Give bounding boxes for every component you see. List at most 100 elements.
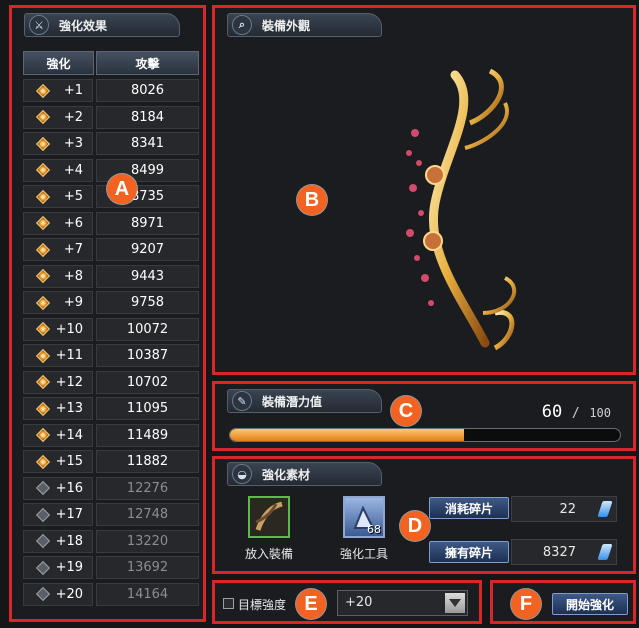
level-cell: +19 — [23, 556, 93, 579]
crystal-shard-icon — [597, 501, 613, 517]
potential-separator: / — [571, 406, 580, 421]
level-cell: +15 — [23, 450, 93, 473]
table-row: +13 11095 — [23, 397, 199, 421]
target-strength-label[interactable]: 目標強度 — [238, 596, 286, 613]
column-header-attack: 攻擊 — [96, 51, 199, 75]
level-cell: +17 — [23, 503, 93, 526]
materials-title: 強化素材 — [262, 467, 311, 482]
table-row: +10 10072 — [23, 317, 199, 342]
table-row: +15 11882 — [23, 450, 199, 474]
annotation-badge-d: D — [400, 511, 430, 541]
level-text: +13 — [55, 401, 83, 416]
appearance-header: ⌕ 裝備外觀 — [227, 13, 382, 37]
level-text: +16 — [55, 480, 83, 496]
table-row: +6 8971 — [23, 211, 199, 236]
potential-max: 100 — [589, 406, 611, 420]
attack-cell: 9758 — [96, 291, 199, 314]
attack-cell: 9443 — [96, 264, 199, 288]
attack-cell: 8184 — [96, 105, 199, 129]
level-text: +20 — [55, 586, 83, 602]
annotation-badge-e: E — [296, 589, 326, 619]
level-cell: +13 — [23, 397, 93, 420]
dropdown-arrow-icon[interactable] — [445, 593, 465, 613]
consume-shards-value: 22 — [559, 501, 576, 517]
level-cell: +3 — [23, 132, 93, 155]
potential-title: 裝備潛力值 — [262, 394, 323, 409]
target-strength-value: +20 — [345, 595, 373, 610]
table-row: +7 9207 — [23, 238, 199, 262]
pouch-icon: ◒ — [232, 464, 252, 484]
level-text: +12 — [55, 374, 83, 390]
table-row: +18 13220 — [23, 529, 199, 554]
level-cell: +2 — [23, 105, 93, 129]
table-row: +3 8341 — [23, 132, 199, 156]
level-cell: +12 — [23, 370, 93, 394]
table-row: +16 12276 — [23, 476, 199, 501]
attack-cell: 12748 — [96, 503, 199, 526]
attack-cell: 10387 — [96, 344, 199, 367]
potential-progress-track — [229, 428, 621, 442]
potential-progress-fill — [230, 429, 464, 441]
attack-cell: 11489 — [96, 423, 199, 447]
level-text: +14 — [55, 427, 83, 443]
table-row: +20 14164 — [23, 582, 199, 607]
consume-shards-label: 消耗碎片 — [429, 497, 509, 519]
table-row: +9 9758 — [23, 291, 199, 315]
annotation-badge-c: C — [391, 396, 421, 426]
table-row: +1 8026 — [23, 79, 199, 103]
level-cell: +1 — [23, 79, 93, 102]
tool-slot-label: 強化工具 — [339, 547, 388, 561]
level-cell: +10 — [23, 317, 93, 341]
level-cell: +7 — [23, 238, 93, 261]
target-strength-checkbox[interactable] — [223, 598, 234, 609]
attack-cell: 14164 — [96, 582, 199, 606]
level-text: +17 — [55, 507, 83, 522]
level-text: +8 — [63, 268, 83, 284]
level-cell: +11 — [23, 344, 93, 367]
level-cell: +16 — [23, 476, 93, 500]
column-header-level: 強化 — [23, 51, 94, 75]
potential-current: 60 — [541, 402, 563, 422]
equipment-slot[interactable] — [248, 496, 290, 538]
level-cell: +6 — [23, 211, 93, 235]
target-strength-panel: 目標強度 +20 — [212, 580, 482, 624]
attack-cell: 11095 — [96, 397, 199, 420]
consume-shards-value-box: 22 — [511, 496, 617, 522]
table-row: +11 10387 — [23, 344, 199, 368]
level-cell: +4 — [23, 158, 93, 182]
annotation-badge-f: F — [511, 589, 541, 619]
materials-header: ◒ 強化素材 — [227, 462, 382, 486]
attack-cell: 12276 — [96, 476, 199, 500]
level-cell: +20 — [23, 582, 93, 606]
level-text: +3 — [63, 136, 83, 151]
owned-shards-label: 擁有碎片 — [429, 541, 509, 563]
level-text: +19 — [55, 560, 83, 575]
book-icon: ✎ — [232, 391, 252, 411]
attack-cell: 10072 — [96, 317, 199, 341]
attack-cell: 9207 — [96, 238, 199, 261]
owned-shards-value-box: 8327 — [511, 539, 617, 565]
level-text: +9 — [63, 295, 83, 310]
table-row: +14 11489 — [23, 423, 199, 448]
magnifier-icon: ⌕ — [232, 15, 252, 35]
target-strength-select[interactable]: +20 — [337, 590, 468, 616]
enhance-effects-header: ⚔ 強化效果 — [24, 13, 180, 37]
bow-weapon-image — [406, 68, 517, 351]
level-text: +5 — [63, 189, 83, 204]
level-text: +4 — [63, 162, 83, 178]
start-enhance-button[interactable]: 開始強化 — [552, 593, 628, 615]
equipment-appearance-panel: ⌕ 裝備外觀 — [212, 5, 636, 375]
tool-slot[interactable]: 68 — [343, 496, 385, 538]
equipment-slot-label: 放入裝備 — [244, 547, 293, 561]
attack-cell: 8971 — [96, 211, 199, 235]
equipment-potential-panel: ✎ 裝備潛力值 60 / 100 — [212, 381, 636, 451]
level-text: +1 — [63, 83, 83, 98]
appearance-title: 裝備外觀 — [262, 18, 311, 33]
attack-cell: 8341 — [96, 132, 199, 155]
attack-cell: 8026 — [96, 79, 199, 102]
table-row: +8 9443 — [23, 264, 199, 289]
attack-cell: 13692 — [96, 556, 199, 579]
annotation-badge-a: A — [107, 174, 137, 204]
sword-icon: ⚔ — [29, 15, 49, 35]
owned-shards-value: 8327 — [542, 544, 576, 560]
